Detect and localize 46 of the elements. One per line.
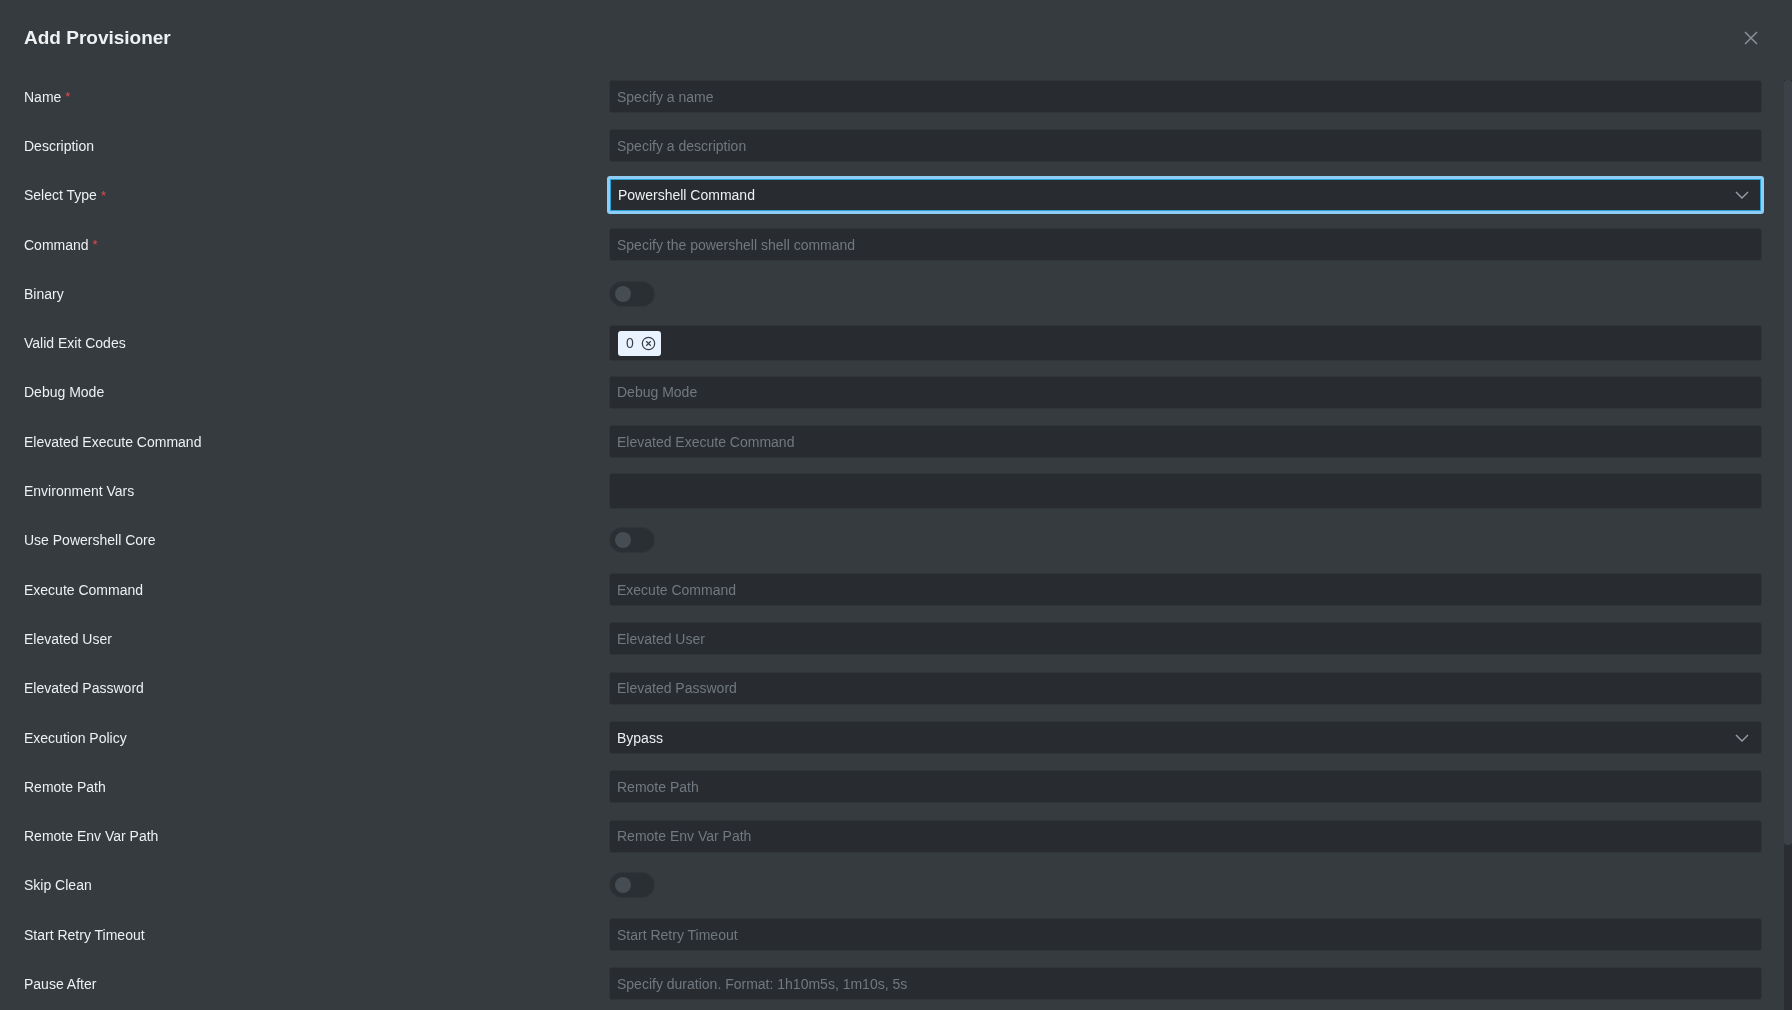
field-label: Name: [24, 88, 62, 105]
select-field[interactable]: Bypass: [609, 721, 1762, 754]
field-label: Remote Path: [24, 778, 106, 795]
input-field[interactable]: Elevated User: [609, 622, 1762, 656]
field-label: Use Powershell Core: [24, 532, 156, 549]
tag-chip: 0: [618, 330, 661, 356]
field-label: Elevated Password: [24, 680, 144, 697]
field-label: Execution Policy: [24, 729, 127, 746]
input-field[interactable]: Elevated Password: [609, 671, 1762, 705]
field-label: Start Retry Timeout: [24, 926, 145, 943]
field-label: Command: [24, 236, 89, 253]
field-label: Environment Vars: [24, 483, 135, 499]
field-label: Pause After: [24, 976, 97, 992]
input-field[interactable]: Specify duration. Format: 1h10m5s, 1m10s, 5s: [609, 967, 1762, 1001]
field-label: Remote Env Var Path: [24, 828, 159, 845]
input-field[interactable]: Remote Env Var Path: [609, 819, 1762, 853]
select-field[interactable]: Powershell Command: [607, 176, 1764, 215]
input-field[interactable]: Debug Mode: [609, 375, 1762, 409]
input-field[interactable]: Specify the powershell shell command: [609, 228, 1762, 262]
field-label: Execute Command: [24, 581, 144, 598]
toggle-switch[interactable]: [609, 527, 655, 554]
input-field[interactable]: Execute Command: [609, 573, 1762, 607]
close-icon[interactable]: [1744, 31, 1758, 45]
toggle-switch[interactable]: [609, 872, 655, 899]
input-field[interactable]: Elevated Execute Command: [609, 425, 1762, 459]
dialog-title: Add Provisioner: [24, 27, 171, 49]
field-label: Elevated Execute Command: [24, 433, 202, 450]
chevron-down-icon: [1735, 733, 1749, 742]
input-field[interactable]: Specify a name: [609, 80, 1762, 114]
field-label: Skip Clean: [24, 877, 92, 894]
field-label: Binary: [24, 285, 64, 302]
input-field[interactable]: Remote Path: [609, 770, 1762, 804]
field-label: Valid Exit Codes: [24, 335, 126, 352]
required-mark: *: [100, 187, 106, 203]
field-label: Elevated User: [24, 630, 112, 647]
input-field[interactable]: Start Retry Timeout: [609, 918, 1762, 952]
toggle-switch[interactable]: [609, 280, 655, 307]
field-label: Select Type: [24, 187, 97, 204]
remove-icon[interactable]: [640, 335, 656, 351]
required-mark: *: [92, 237, 98, 253]
input-field[interactable]: Specify a description: [609, 129, 1762, 163]
tag-input-field[interactable]: 0: [609, 325, 1762, 362]
chevron-down-icon: [1735, 191, 1749, 200]
field-label: Debug Mode: [24, 384, 105, 401]
required-mark: *: [65, 89, 71, 105]
field-label: Description: [24, 137, 95, 154]
